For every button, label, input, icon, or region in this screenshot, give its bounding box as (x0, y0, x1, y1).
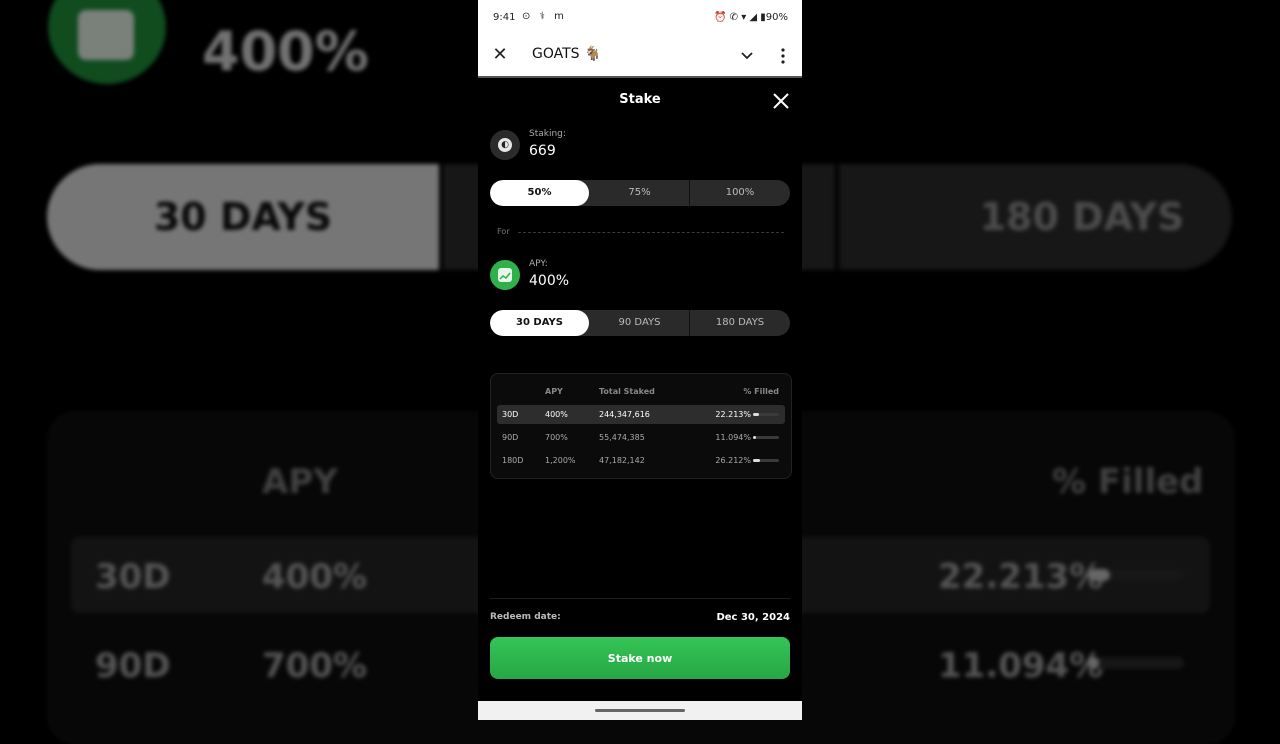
row-period: 90D (502, 433, 519, 442)
bg-row1-filled: 22.213% (938, 557, 1104, 597)
goats-coin-icon: ◐ (490, 130, 520, 160)
bg-row2-period: 90D (95, 646, 171, 686)
app-bar: ✕ GOATS 🐐 (478, 36, 802, 78)
phone-screen: 9:41 ⊙ ⚕ m ⏰ ✆ ▾ ◢ ▮90% ✕ GOATS 🐐 Stake … (478, 0, 802, 720)
header-apy: APY (545, 387, 563, 396)
row-period: 180D (502, 456, 524, 465)
period-option-30-days[interactable]: 30 DAYS (490, 310, 589, 336)
staking-value: 669 (529, 143, 556, 159)
stake-now-button[interactable]: Stake now (490, 637, 790, 679)
close-icon[interactable]: ✕ (490, 45, 510, 65)
filled-bar-fill (753, 436, 756, 439)
bg-apy-value: 400% (202, 20, 369, 83)
filled-bar (753, 436, 779, 439)
bg-row1-bar (1088, 569, 1184, 581)
bg-row2-bar (1088, 657, 1184, 669)
redeem-date-label: Redeem date: (490, 612, 561, 622)
navigation-bar (478, 701, 802, 720)
period-option-180-days[interactable]: 180 DAYS (690, 310, 790, 336)
bg-tab-right-label: 180 DAYS (979, 195, 1185, 239)
status-right-icons: ⏰ ✆ ▾ ◢ ▮90% (714, 12, 788, 23)
bg-apy-badge (48, 0, 166, 84)
bg-row2-filled: 11.094% (938, 646, 1104, 686)
apy-chart-icon (490, 260, 520, 290)
bg-row2-bar-fill (1088, 657, 1099, 669)
bg-tab-active-label: 30 DAYS (153, 195, 333, 239)
percent-selector: 50% 75% 100% (490, 180, 790, 206)
coin-glyph: ◐ (498, 138, 512, 152)
sheet-close-icon[interactable] (770, 90, 792, 112)
status-bar: 9:41 ⊙ ⚕ m ⏰ ✆ ▾ ◢ ▮90% (478, 0, 802, 36)
header-percent-filled: % Filled (743, 387, 779, 396)
row-apy: 700% (545, 433, 568, 442)
sheet-title: Stake (619, 92, 661, 107)
table-row[interactable]: 30D 400% 244,347,616 22.213% (497, 405, 785, 424)
bg-tab-separator (835, 164, 839, 270)
dashed-divider (518, 232, 784, 233)
apy-value: 400% (529, 273, 570, 289)
row-apy: 1,200% (545, 456, 576, 465)
status-left-icons: ⊙ ⚕ m (522, 11, 567, 22)
staking-table: APY Total Staked % Filled 30D 400% 244,3… (490, 373, 792, 479)
filled-bar-fill (753, 459, 760, 462)
for-label: For (497, 227, 510, 236)
period-option-90-days[interactable]: 90 DAYS (590, 310, 689, 336)
percent-option-100[interactable]: 100% (690, 180, 790, 206)
bg-tab-separator (439, 164, 443, 270)
filled-bar (753, 459, 779, 462)
bg-chart-icon (78, 10, 134, 60)
staking-label: Staking: (529, 129, 566, 139)
header-total-staked: Total Staked (599, 387, 655, 396)
row-filled: 22.213% (715, 410, 751, 419)
footer-divider (490, 598, 790, 599)
filled-bar (753, 413, 779, 416)
apy-label: APY: (529, 259, 548, 269)
bg-row2-apy: 700% (262, 646, 368, 686)
app-title: GOATS 🐐 (532, 46, 602, 62)
row-period: 30D (502, 410, 519, 419)
trend-up-icon (498, 268, 512, 282)
row-total-staked: 47,182,142 (599, 456, 645, 465)
status-time: 9:41 (493, 12, 516, 23)
row-filled: 26.212% (715, 456, 751, 465)
redeem-date-value: Dec 30, 2024 (716, 612, 790, 623)
bg-row1-period: 30D (95, 557, 171, 597)
row-total-staked: 55,474,385 (599, 433, 645, 442)
bg-header-apy: APY (262, 462, 338, 502)
table-row[interactable]: 180D 1,200% 47,182,142 26.212% (497, 451, 785, 470)
home-handle[interactable] (595, 709, 685, 712)
bg-row1-bar-fill (1088, 569, 1110, 581)
percent-option-75[interactable]: 75% (590, 180, 689, 206)
row-total-staked: 244,347,616 (599, 410, 650, 419)
bg-row1-apy: 400% (262, 557, 368, 597)
percent-option-50[interactable]: 50% (490, 180, 589, 206)
chevron-down-icon[interactable] (738, 47, 756, 65)
row-apy: 400% (545, 410, 568, 419)
table-row[interactable]: 90D 700% 55,474,385 11.094% (497, 428, 785, 447)
filled-bar-fill (753, 413, 759, 416)
more-vertical-icon[interactable] (776, 46, 790, 66)
bg-header-filled: % Filled (1052, 462, 1204, 502)
period-selector: 30 DAYS 90 DAYS 180 DAYS (490, 310, 790, 336)
row-filled: 11.094% (715, 433, 751, 442)
